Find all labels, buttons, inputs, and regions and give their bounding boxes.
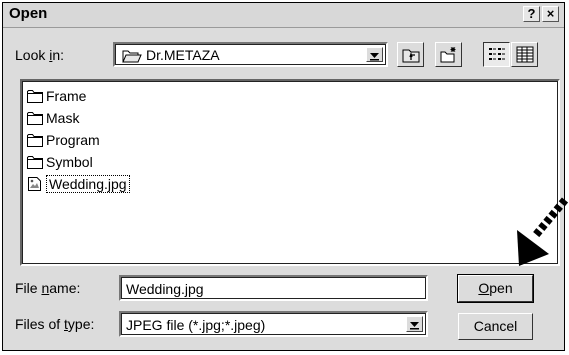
open-dialog: Open ? × Look in: Dr.METAZA Frame Mask P… (2, 2, 565, 351)
open-button[interactable]: Open (457, 274, 534, 303)
file-type-dropdown-button[interactable] (406, 316, 423, 332)
list-item[interactable]: Mask (27, 108, 79, 128)
up-one-level-button[interactable] (397, 42, 424, 67)
folder-icon (27, 112, 43, 125)
chevron-down-icon (410, 322, 419, 330)
file-name: Program (46, 132, 100, 148)
help-icon: ? (527, 6, 536, 21)
list-item[interactable]: Frame (27, 86, 86, 106)
details-view-button[interactable] (511, 42, 538, 67)
cancel-button[interactable]: Cancel (458, 313, 533, 340)
folder-icon (27, 156, 43, 169)
list-item-selected[interactable]: Wedding.jpg (27, 174, 130, 194)
list-item[interactable]: Program (27, 130, 100, 150)
list-view-icon (489, 48, 505, 60)
pointer-arrow-icon (517, 197, 569, 266)
details-view-icon (516, 46, 534, 63)
look-in-combo[interactable]: Dr.METAZA (113, 42, 388, 67)
create-new-folder-icon (440, 47, 456, 63)
file-name: Symbol (46, 154, 93, 170)
help-button[interactable]: ? (523, 6, 540, 22)
file-name: Mask (46, 110, 80, 126)
file-name-label: File name: (15, 280, 81, 296)
list-view-button[interactable] (483, 42, 510, 67)
up-one-level-icon (402, 49, 420, 63)
dialog-title: Open (9, 5, 48, 22)
look-in-label: Look in: (15, 47, 65, 63)
list-item[interactable]: Symbol (27, 152, 93, 172)
open-folder-icon (122, 50, 142, 63)
chevron-down-icon (370, 53, 379, 61)
file-type-combo[interactable]: JPEG file (*.jpg;*.jpeg) (119, 311, 428, 337)
look-in-value: Dr.METAZA (146, 47, 220, 63)
folder-icon (27, 134, 43, 147)
image-file-icon (28, 177, 41, 191)
file-type-value: JPEG file (*.jpg;*.jpeg) (126, 317, 266, 333)
close-button[interactable]: × (542, 6, 559, 22)
title-bar[interactable]: Open ? × (3, 3, 564, 28)
folder-icon (27, 90, 43, 103)
close-icon: × (546, 6, 555, 21)
file-name: Frame (46, 88, 87, 104)
file-name-input[interactable]: Wedding.jpg (119, 275, 428, 301)
file-list[interactable]: Frame Mask Program Symbol Wedding.jpg (20, 79, 560, 266)
file-name: Wedding.jpg (46, 175, 130, 193)
create-new-folder-button[interactable] (435, 42, 462, 67)
file-type-label: Files of type: (15, 316, 95, 332)
look-in-dropdown-button[interactable] (366, 47, 383, 62)
